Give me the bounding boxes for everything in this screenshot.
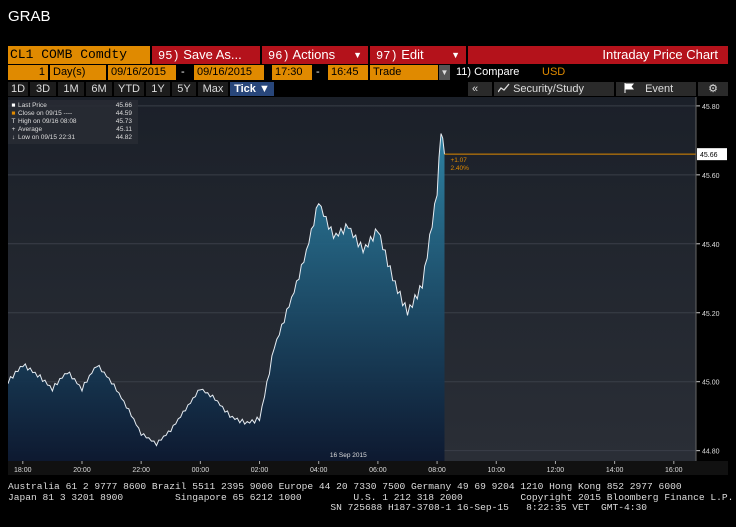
x-tick-label: 16:00 (665, 467, 683, 474)
x-tick-label: 18:00 (14, 467, 32, 474)
security-study-label: Security/Study (513, 83, 584, 95)
legend-value: 45.66 (115, 102, 132, 109)
range-row: 1D 3D 1M 6M YTD 1Y 5Y Max Tick ▼ « Secur… (8, 82, 728, 96)
footer-contacts: Australia 61 2 9777 8600 Brazil 5511 239… (8, 481, 733, 514)
change-pct-annotation: 2.40% (450, 165, 469, 172)
event-type-dropdown-icon[interactable]: ▼ (439, 65, 450, 80)
y-tick-label: 45.40 (702, 242, 720, 249)
security-field[interactable]: CL1 COMB Comdty (8, 46, 150, 64)
edit-code: 97) (376, 49, 398, 63)
x-tick-label: 10:00 (487, 467, 505, 474)
date-label: 16 Sep 2015 (330, 452, 367, 459)
x-tick-label: 12:00 (547, 467, 565, 474)
params-row: 1 Day(s) 09/16/2015 - 09/16/2015 17:30 -… (8, 65, 728, 80)
period-value-field[interactable]: 1 (8, 65, 48, 80)
event-button[interactable]: Event (616, 82, 696, 96)
chart-legend: ■ Last Price 45.66 ■ Close on 09/15 ---- 44.… (8, 100, 138, 144)
x-tick-label: 14:00 (606, 467, 624, 474)
range-max[interactable]: Max (198, 82, 228, 96)
x-tick-label: 02:00 (251, 467, 269, 474)
legend-marker: T (11, 118, 16, 125)
legend-value: 44.82 (115, 134, 132, 141)
start-time-field[interactable]: 17:30 (272, 65, 312, 80)
x-tick-label: 08:00 (428, 467, 446, 474)
legend-label: High on 09/16 08:08 (18, 118, 77, 125)
event-type-field[interactable]: Trade (370, 65, 438, 80)
study-chart-icon (497, 83, 510, 93)
chevron-down-icon: ▼ (451, 50, 460, 60)
save-as-button[interactable]: 95) Save As... (152, 46, 260, 64)
legend-label: Low on 09/15 22:31 (18, 134, 76, 141)
actions-code: 96) (268, 49, 290, 63)
actions-label: Actions (292, 47, 336, 62)
save-as-code: 95) (158, 49, 180, 63)
range-5y[interactable]: 5Y (172, 82, 196, 96)
x-tick-label: 20:00 (73, 467, 91, 474)
period-unit-field[interactable]: Day(s) (50, 65, 106, 80)
chevron-down-icon: ▼ (353, 50, 362, 60)
x-tick-label: 22:00 (132, 467, 150, 474)
legend-row-average: + Average 45.11 (11, 126, 135, 134)
y-tick-label: 45.60 (702, 173, 720, 180)
legend-marker: ■ (11, 102, 16, 109)
currency-field[interactable]: USD (542, 65, 565, 80)
chart-title: Intraday Price Chart (468, 46, 728, 64)
change-annotation: +1.07 (450, 157, 467, 164)
end-time-field[interactable]: 16:45 (328, 65, 368, 80)
edit-label: Edit (401, 47, 424, 62)
actions-menu[interactable]: 96) Actions ▼ (262, 46, 368, 64)
chart-svg: +1.072.40% 44.80 45.00 45.20 45.40 45.60 45.80… (8, 97, 728, 475)
range-tick[interactable]: Tick ▼ (230, 82, 274, 96)
y-tick-label: 45.20 (702, 311, 720, 318)
legend-row-close: ■ Close on 09/15 ---- 44.59 (11, 110, 135, 118)
footer-line: Australia 61 2 9777 8600 Brazil 5511 239… (8, 481, 682, 492)
date-separator: - (181, 66, 185, 78)
footer-line: SN 725688 H187-3708-1 16-Sep-15 8:22:35 … (8, 502, 648, 514)
legend-row-last: ■ Last Price 45.66 (11, 102, 135, 110)
start-date-field[interactable]: 09/16/2015 (108, 65, 176, 80)
legend-value: 44.59 (115, 110, 132, 117)
legend-label: Close on 09/15 ---- (18, 110, 73, 117)
security-study-button[interactable]: Security/Study (494, 82, 614, 96)
time-separator: - (316, 66, 320, 78)
window-title: GRAB (8, 8, 51, 25)
end-date-field[interactable]: 09/16/2015 (194, 65, 264, 80)
compare-button[interactable]: 11) Compare (456, 65, 519, 80)
legend-value: 45.11 (116, 126, 132, 133)
last-price-tag: 45.66 (700, 152, 718, 159)
gear-icon[interactable]: ⚙ (698, 82, 728, 96)
legend-label: Average (18, 126, 43, 133)
range-6m[interactable]: 6M (86, 82, 112, 96)
legend-label: Last Price (18, 102, 47, 109)
legend-marker: + (11, 126, 16, 133)
x-tick-label: 04:00 (310, 467, 328, 474)
flag-icon (624, 83, 635, 93)
range-3d[interactable]: 3D (30, 82, 56, 96)
event-label: Event (645, 83, 674, 95)
y-tick-label: 45.80 (702, 104, 720, 111)
x-tick-label: 06:00 (369, 467, 387, 474)
legend-row-low: ↓ Low on 09/15 22:31 44.82 (11, 134, 135, 142)
legend-marker: ■ (11, 110, 16, 117)
edit-menu[interactable]: 97) Edit ▼ (370, 46, 466, 64)
save-as-label: Save As... (183, 47, 242, 62)
x-tick-label: 00:00 (192, 467, 210, 474)
legend-row-high: T High on 09/16 08:08 45.73 (11, 118, 135, 126)
price-chart[interactable]: +1.07 2.40% 44.80 45.00 45.20 45.40 45.60 45.80… (8, 97, 728, 475)
y-tick-label: 44.80 (702, 449, 720, 456)
collapse-button[interactable]: « (468, 82, 492, 96)
legend-marker: ↓ (11, 134, 16, 141)
main-toolbar: CL1 COMB Comdty 95) Save As... 96) Actio… (8, 46, 728, 64)
legend-value: 45.73 (115, 118, 132, 125)
y-tick-label: 45.00 (702, 380, 720, 387)
range-1d[interactable]: 1D (8, 82, 28, 96)
range-ytd[interactable]: YTD (114, 82, 144, 96)
range-1y[interactable]: 1Y (146, 82, 170, 96)
range-1m[interactable]: 1M (58, 82, 84, 96)
